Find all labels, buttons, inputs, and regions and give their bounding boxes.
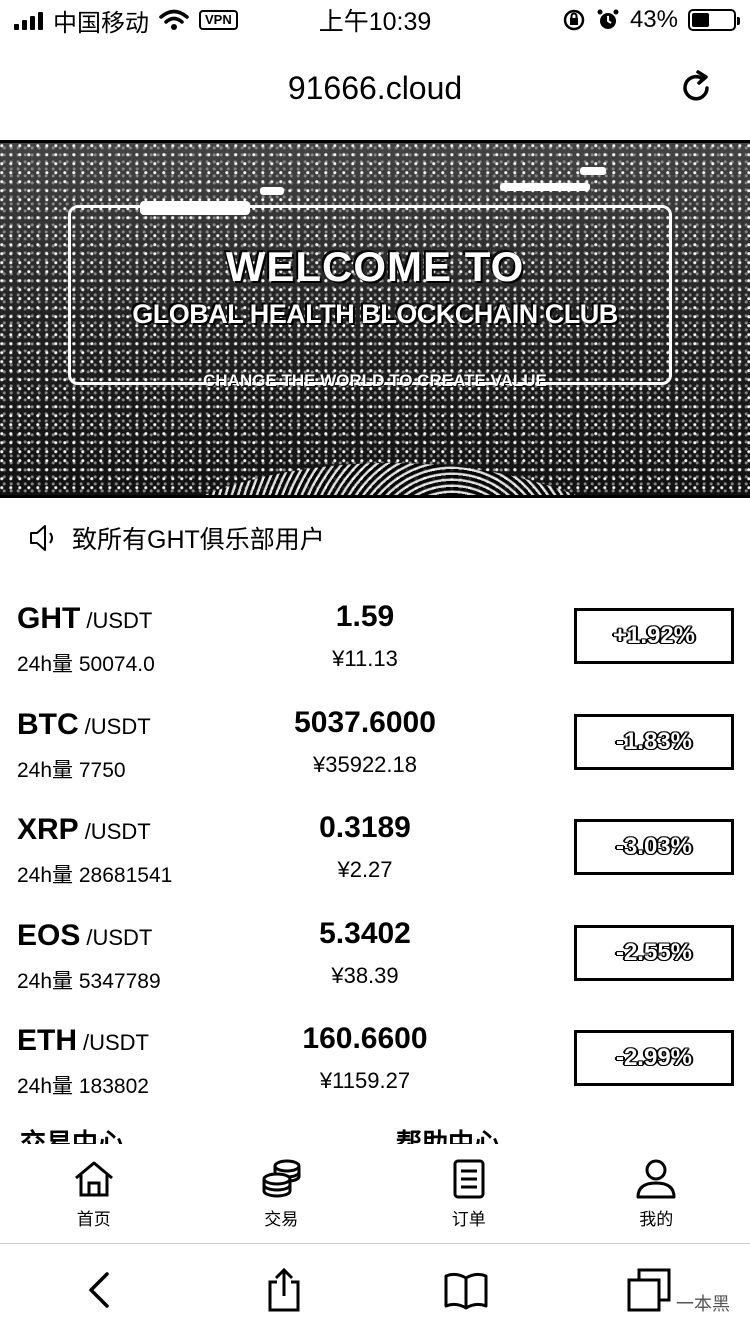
pair-symbol: XRP xyxy=(17,813,79,846)
pair-quote: /USDT xyxy=(84,819,151,844)
bookmarks-icon[interactable] xyxy=(442,1266,490,1314)
wifi-icon xyxy=(159,9,189,30)
address-bar[interactable]: 91666.cloud xyxy=(0,40,750,136)
change-badge: -2.55% xyxy=(574,924,734,981)
pair-quote: /USDT xyxy=(83,1030,149,1055)
banner-deco-bar xyxy=(580,167,606,175)
pair-volume: 24h量 50074.0 xyxy=(17,653,155,676)
tab-trade[interactable]: 交易 xyxy=(188,1144,376,1243)
alarm-icon xyxy=(597,9,619,29)
market-row[interactable]: XRP/USDT 24h量 28681541 0.3189 ¥2.27 -3.0… xyxy=(0,801,750,907)
pair-volume: 24h量 183802 xyxy=(17,1075,149,1098)
banner-title: WELCOME TO xyxy=(225,243,525,290)
pair-symbol: ETH xyxy=(17,1024,77,1057)
pair-quote: /USDT xyxy=(86,924,153,950)
pair-cny-price: ¥1159.27 xyxy=(319,1068,411,1093)
pair-symbol: BTC xyxy=(17,707,79,741)
pair-symbol: EOS xyxy=(17,918,81,952)
home-icon xyxy=(74,1161,113,1197)
vpn-badge: VPN xyxy=(199,10,238,30)
tabs-icon[interactable] xyxy=(625,1266,673,1314)
banner-deco-bar xyxy=(260,187,284,195)
section-heading-help-center[interactable]: 帮助中心 xyxy=(396,1128,500,1144)
rotation-lock-icon xyxy=(563,9,585,31)
status-right: 43% xyxy=(562,6,740,34)
pair-volume: 24h量 7750 xyxy=(17,758,126,782)
reload-icon[interactable] xyxy=(676,68,716,108)
url-text[interactable]: 91666.cloud xyxy=(288,70,462,107)
tab-home[interactable]: 首页 xyxy=(0,1144,188,1243)
banner-frame-bar xyxy=(140,201,250,215)
signal-icon xyxy=(14,10,43,30)
change-badge: +1.92% xyxy=(574,608,734,664)
status-bar: 中国移动 VPN 上午10:39 43% xyxy=(0,0,750,40)
tab-label: 我的 xyxy=(639,1210,674,1229)
watermark: 一本黑 xyxy=(676,1294,730,1314)
tab-me[interactable]: 我的 xyxy=(563,1144,750,1243)
pair-label: EOS/USDT xyxy=(17,919,152,953)
pair-quote: /USDT xyxy=(86,608,153,633)
pair-quote: /USDT xyxy=(84,713,151,739)
section-heading-trade-center[interactable]: 交易中心 xyxy=(20,1128,124,1144)
pair-label: GHT/USDT xyxy=(17,602,152,636)
share-icon[interactable] xyxy=(260,1266,308,1314)
pair-price: 160.6600 xyxy=(302,1022,428,1055)
pair-label: XRP/USDT xyxy=(17,813,151,847)
user-icon xyxy=(636,1159,676,1199)
pair-volume: 24h量 28681541 xyxy=(17,864,173,887)
pair-price: 1.59 xyxy=(335,600,395,633)
battery-icon xyxy=(688,9,740,31)
banner-frame xyxy=(68,205,672,385)
carrier-label: 中国移动 xyxy=(53,9,149,37)
pair-price: 5037.6000 xyxy=(294,705,436,739)
back-icon[interactable] xyxy=(77,1266,125,1314)
pair-label: BTC/USDT xyxy=(17,708,151,742)
market-row[interactable]: EOS/USDT 24h量 5347789 5.3402 ¥38.39 -2.5… xyxy=(0,907,750,1013)
banner-tagline: CHANGE THE WORLD TO CREATE VALUE xyxy=(203,371,547,390)
pair-price: 0.3189 xyxy=(319,811,411,844)
change-badge: -1.83% xyxy=(574,713,734,770)
pair-cny-price: ¥11.13 xyxy=(332,646,398,671)
battery-fill xyxy=(692,13,710,27)
pair-cny-price: ¥35922.18 xyxy=(313,751,417,777)
market-row[interactable]: ETH/USDT 24h量 183802 160.6600 ¥1159.27 -… xyxy=(0,1012,750,1118)
change-badge: -3.03% xyxy=(574,819,734,875)
browser-toolbar xyxy=(0,1245,750,1334)
market-row[interactable]: GHT/USDT 24h量 50074.0 1.59 ¥11.13 +1.92% xyxy=(0,590,750,696)
change-badge: -2.99% xyxy=(574,1030,734,1086)
tab-orders[interactable]: 订单 xyxy=(375,1144,563,1243)
pair-label: ETH/USDT xyxy=(17,1024,149,1058)
tab-label: 订单 xyxy=(451,1210,486,1229)
pair-symbol: GHT xyxy=(17,602,81,635)
market-list: GHT/USDT 24h量 50074.0 1.59 ¥11.13 +1.92%… xyxy=(0,590,750,1118)
pair-cny-price: ¥2.27 xyxy=(337,857,393,882)
market-row[interactable]: BTC/USDT 24h量 7750 5037.6000 ¥35922.18 -… xyxy=(0,696,750,802)
tab-label: 首页 xyxy=(76,1210,111,1229)
banner-subtitle: GLOBAL HEALTH BLOCKCHAIN CLUB xyxy=(132,299,618,329)
banner-deco-bar xyxy=(500,183,590,191)
status-left: 中国移动 VPN xyxy=(14,3,238,38)
battery-percent: 43% xyxy=(629,6,678,33)
order-icon xyxy=(453,1159,485,1199)
notice-text[interactable]: 致所有GHT俱乐部用户 xyxy=(72,520,325,556)
hero-banner[interactable]: WELCOME TO GLOBAL HEALTH BLOCKCHAIN CLUB… xyxy=(0,140,750,498)
tab-label: 交易 xyxy=(264,1210,299,1229)
notice-bar[interactable]: 致所有GHT俱乐部用户 xyxy=(28,518,325,558)
pair-price: 5.3402 xyxy=(319,916,411,950)
bottom-tab-bar: 首页 交易 订单 我的 xyxy=(0,1144,750,1244)
pair-cny-price: ¥38.39 xyxy=(331,962,399,988)
coins-icon xyxy=(262,1159,301,1198)
speaker-icon xyxy=(30,525,53,551)
pair-volume: 24h量 5347789 xyxy=(17,969,161,993)
